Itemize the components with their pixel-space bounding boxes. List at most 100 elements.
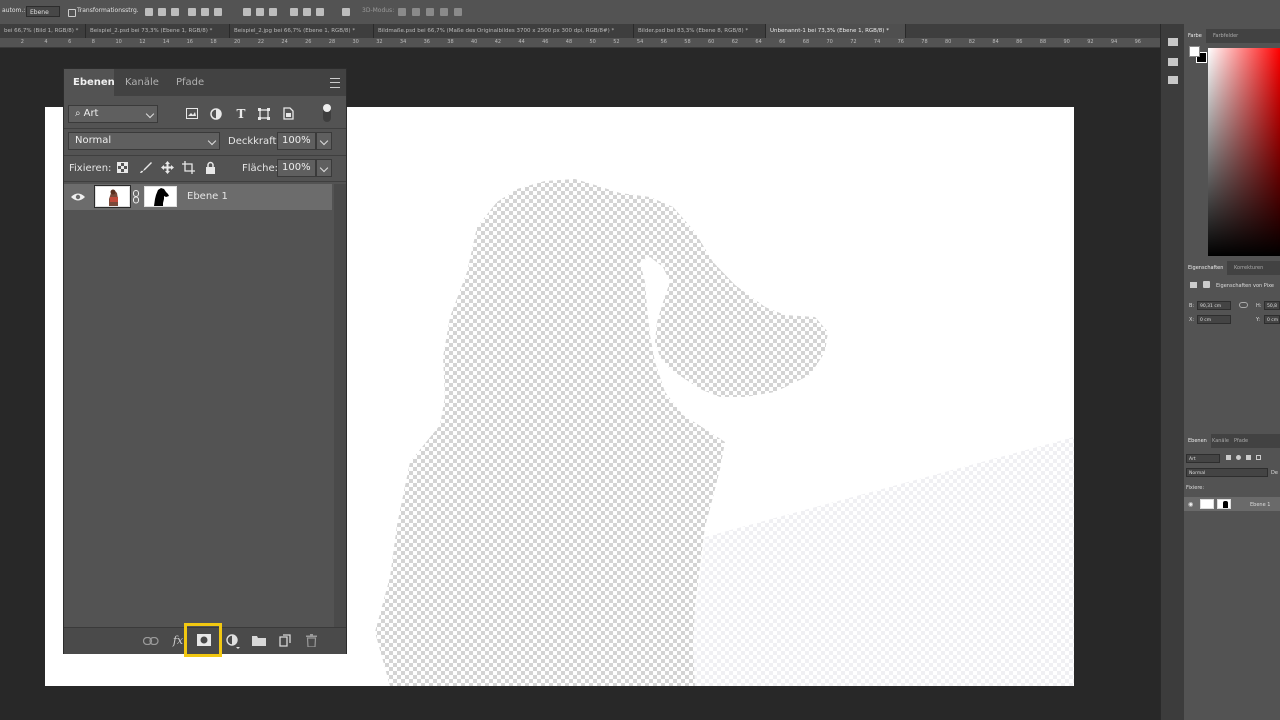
align-vcenter-icon[interactable] <box>158 8 166 16</box>
doc-tab[interactable]: Beispiel_2.psd bei 73,3% (Ebene 1, RGB/8… <box>86 24 230 38</box>
layer-mask-thumbnail[interactable] <box>144 186 177 207</box>
new-group-folder-icon[interactable] <box>252 635 266 646</box>
brush-settings-icon[interactable] <box>1168 58 1178 66</box>
mask-icon[interactable] <box>1203 281 1210 288</box>
layers-panel-tabs: Ebenen Kanäle Pfade <box>64 69 346 96</box>
opacity-label: Deckkraft: <box>228 136 280 147</box>
opacity-value: 100% <box>282 135 311 146</box>
filter-shape-layers-icon[interactable] <box>258 108 270 120</box>
layer-name[interactable]: Ebene 1 <box>187 191 228 202</box>
lock-all-icon[interactable] <box>205 161 216 174</box>
align-left-icon[interactable] <box>188 8 196 16</box>
layer-filter-dock[interactable]: Art <box>1186 454 1220 463</box>
dock-layer-row[interactable]: ◉ Ebene 1 <box>1184 497 1280 511</box>
distribute-hcenter-icon[interactable] <box>303 8 311 16</box>
color-picker-field[interactable] <box>1208 48 1280 256</box>
3d-scale-icon[interactable] <box>454 8 462 16</box>
filter-shape-icon[interactable] <box>1256 455 1261 460</box>
filter-adjust-icon[interactable] <box>1236 455 1241 460</box>
filter-type-icon[interactable] <box>1246 455 1251 460</box>
layers-scrollbar[interactable] <box>334 184 346 627</box>
history-icon[interactable] <box>1168 38 1178 46</box>
x-field[interactable]: 0 cm <box>1197 315 1231 324</box>
3d-rotate-icon[interactable] <box>398 8 406 16</box>
ruler-tick-label: 2 <box>20 39 24 45</box>
dock-visibility-icon[interactable]: ◉ <box>1188 501 1193 508</box>
ruler-tick-label: 14 <box>162 39 170 45</box>
distribute-bottom-icon[interactable] <box>269 8 277 16</box>
filter-adjustment-layers-icon[interactable] <box>210 108 222 120</box>
lock-position-icon[interactable] <box>161 161 174 174</box>
chevron-down-icon <box>319 163 329 173</box>
transform-checkbox[interactable] <box>68 9 76 17</box>
background-color-swatch[interactable] <box>1189 46 1200 57</box>
ruler-tick-label: 52 <box>613 39 620 45</box>
width-label: B: <box>1189 303 1195 309</box>
visibility-eye-icon[interactable] <box>71 192 85 202</box>
new-adjustment-layer-icon[interactable] <box>226 634 240 650</box>
tab-pfade-dock[interactable]: Pfade <box>1230 434 1252 448</box>
tab-eigenschaften[interactable]: Eigenschaften <box>1184 261 1228 275</box>
width-field[interactable]: 90,31 cm <box>1197 301 1231 310</box>
height-field[interactable]: 50,8 <box>1264 301 1280 310</box>
opacity-input[interactable]: 100% <box>277 132 316 150</box>
ruler-tick-label: 20 <box>234 39 241 45</box>
align-right-icon[interactable] <box>214 8 222 16</box>
doc-tab[interactable]: bei 66,7% (Bild 1, RGB/8) * <box>0 24 86 38</box>
filter-pixel-icon[interactable] <box>1226 455 1231 460</box>
distribute-vcenter-icon[interactable] <box>256 8 264 16</box>
delete-layer-trash-icon[interactable] <box>306 634 317 647</box>
tab-ebenen-dock[interactable]: Ebenen <box>1184 434 1211 448</box>
layer-filter-dropdown[interactable]: ⌕ Art <box>68 105 158 123</box>
distribute-top-icon[interactable] <box>243 8 251 16</box>
doc-tab[interactable]: Bildmaße.psd bei 66,7% (Maße des Origina… <box>374 24 634 38</box>
filter-type-layers-icon[interactable]: T <box>234 107 248 121</box>
blend-mode-dropdown[interactable]: Normal <box>68 132 220 150</box>
filter-pixel-layers-icon[interactable] <box>186 108 198 119</box>
align-bottom-icon[interactable] <box>171 8 179 16</box>
3d-drag-icon[interactable] <box>426 8 434 16</box>
tab-pfade[interactable]: Pfade <box>167 69 213 96</box>
link-icon[interactable] <box>1239 302 1248 308</box>
clone-source-icon[interactable] <box>1168 76 1178 84</box>
3d-slide-icon[interactable] <box>440 8 448 16</box>
lock-transparent-pixels-icon[interactable] <box>117 162 128 173</box>
tab-korrekturen[interactable]: Korrekturen <box>1230 261 1267 275</box>
layer-row-ebene-1[interactable]: Ebene 1 <box>64 184 332 210</box>
fill-input[interactable]: 100% <box>277 159 316 177</box>
blend-mode-value: Normal <box>75 135 112 146</box>
transform-controls-label: Transformationsstrg. <box>77 7 139 14</box>
mask-link-icon[interactable] <box>133 190 139 204</box>
tab-farbfelder[interactable]: Farbfelder <box>1209 29 1242 43</box>
tab-farbe[interactable]: Farbe <box>1184 29 1206 43</box>
link-layers-icon[interactable] <box>143 637 159 645</box>
distribute-right-icon[interactable] <box>316 8 324 16</box>
tab-kanaele[interactable]: Kanäle <box>116 69 168 96</box>
opacity-dock-label: De <box>1271 470 1278 476</box>
dock-mask-thumbnail[interactable] <box>1217 499 1231 509</box>
doc-tab-active[interactable]: Unbenannt-1 bei 73,3% (Ebene 1, RGB/8) * <box>766 24 906 38</box>
panel-menu-icon[interactable] <box>330 78 340 88</box>
tab-ebenen[interactable]: Ebenen <box>64 69 115 96</box>
3d-roll-icon[interactable] <box>412 8 420 16</box>
opacity-dropdown[interactable] <box>316 132 332 150</box>
y-field[interactable]: 0 cm <box>1264 315 1280 324</box>
dock-layer-thumbnail <box>1200 499 1214 509</box>
auto-align-icon[interactable] <box>342 8 350 16</box>
doc-tab[interactable]: Beispiel_2.jpg bei 66,7% (Ebene 1, RGB/8… <box>230 24 374 38</box>
chevron-down-icon <box>319 136 329 146</box>
new-layer-icon[interactable] <box>279 634 291 647</box>
lock-image-pixels-icon[interactable] <box>139 161 152 174</box>
filter-smart-objects-icon[interactable] <box>283 107 294 120</box>
fill-dropdown[interactable] <box>316 159 332 177</box>
distribute-left-icon[interactable] <box>290 8 298 16</box>
align-top-icon[interactable] <box>145 8 153 16</box>
align-hcenter-icon[interactable] <box>201 8 209 16</box>
ruler-tick-label: 88 <box>1039 39 1047 45</box>
blend-mode-dock[interactable]: Normal <box>1186 468 1268 477</box>
document-tabs: bei 66,7% (Bild 1, RGB/8) * Beispiel_2.p… <box>0 24 1160 38</box>
doc-tab[interactable]: Bilder.psd bei 83,3% (Ebene 8, RGB/8) * <box>634 24 766 38</box>
filter-toggle-switch[interactable] <box>323 104 331 122</box>
lock-artboard-icon[interactable] <box>182 161 195 174</box>
auto-select-dropdown[interactable]: Ebene <box>26 6 60 17</box>
